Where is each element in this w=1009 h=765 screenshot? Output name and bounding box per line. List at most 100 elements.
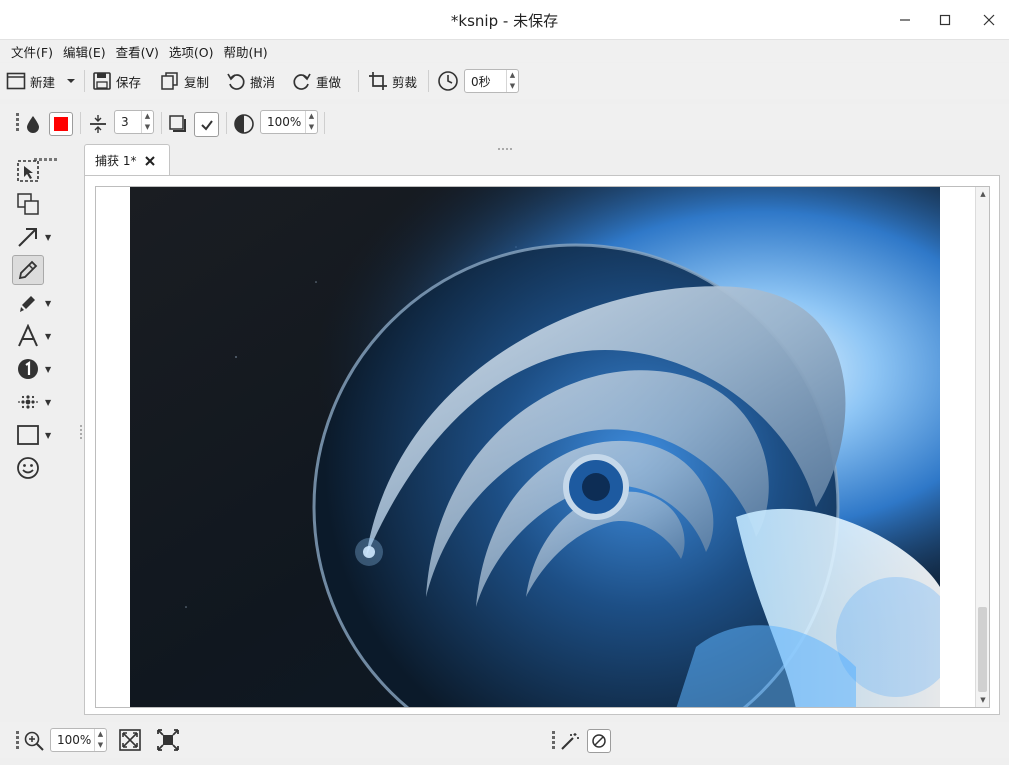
zoom-value: 100% <box>57 733 92 747</box>
delay-spinbox[interactable]: 0秒 ▲ ▼ <box>464 69 519 93</box>
delay-clock-icon-wrap <box>437 67 459 95</box>
menu-file[interactable]: 文件(F) <box>6 42 58 61</box>
copy-label: 复制 <box>184 74 210 90</box>
close-tab-icon[interactable] <box>144 155 156 167</box>
chevron-down-icon[interactable]: ▼ <box>45 332 51 341</box>
width-value: 3 <box>121 115 129 129</box>
spin-up-icon[interactable]: ▲ <box>142 111 153 122</box>
arrow-tool[interactable] <box>12 222 44 252</box>
crop-label: 剪裁 <box>392 74 418 90</box>
minimize-icon <box>900 19 910 21</box>
close-button[interactable] <box>977 8 1001 32</box>
vertical-scrollbar[interactable]: ▲ ▼ <box>975 187 989 707</box>
rectangle-tool[interactable] <box>12 420 44 450</box>
marker-icon <box>20 296 35 312</box>
sticker-tool[interactable] <box>12 453 44 483</box>
chevron-down-icon <box>67 79 75 83</box>
spin-down-icon[interactable]: ▼ <box>507 81 518 92</box>
color-swatch <box>54 117 68 131</box>
opacity-spinbox[interactable]: 100% ▲ ▼ <box>260 110 318 134</box>
blur-icon <box>18 395 38 409</box>
width-spinbox[interactable]: 3 ▲ ▼ <box>114 110 154 134</box>
select-tool[interactable] <box>12 156 44 186</box>
zoom-spinbox[interactable]: 100% ▲ ▼ <box>50 728 107 752</box>
arrow-icon <box>18 228 37 247</box>
fit-to-window-button[interactable] <box>118 726 142 754</box>
scroll-down-icon[interactable]: ▼ <box>976 693 989 707</box>
close-icon <box>983 14 995 26</box>
zoom-icon-wrap <box>24 727 44 755</box>
minimize-button[interactable] <box>893 8 917 32</box>
menu-view[interactable]: 查看(V) <box>111 42 164 61</box>
chevron-down-icon[interactable]: ▼ <box>45 398 51 407</box>
undo-label: 撤消 <box>250 74 276 90</box>
save-icon <box>93 72 111 90</box>
pen-tool[interactable] <box>12 255 44 285</box>
status-bar: 100% ▲ ▼ <box>0 722 1009 758</box>
zoom-in-icon <box>24 731 44 751</box>
maximize-button[interactable] <box>933 8 957 32</box>
redo-button[interactable]: 重做 <box>292 67 341 95</box>
menu-edit[interactable]: 编辑(E) <box>58 42 111 61</box>
drop-icon <box>27 116 39 133</box>
marker-tool[interactable] <box>12 288 44 318</box>
clear-effects-button[interactable] <box>587 729 611 753</box>
smiley-icon <box>17 457 39 479</box>
scrollbar-thumb[interactable] <box>978 607 987 692</box>
spin-up-icon[interactable]: ▲ <box>95 729 106 740</box>
copy-icon <box>161 72 178 90</box>
tab-capture-1[interactable]: 捕获 1* <box>84 144 170 176</box>
pen-icon <box>18 260 38 280</box>
clock-icon <box>438 71 458 91</box>
chevron-down-icon[interactable]: ▼ <box>45 431 51 440</box>
new-label: 新建 <box>30 74 56 90</box>
splitter-grip[interactable] <box>80 425 83 439</box>
spin-down-icon[interactable]: ▼ <box>142 122 153 133</box>
spin-down-icon[interactable]: ▼ <box>306 122 317 133</box>
spin-down-icon[interactable]: ▼ <box>95 740 106 751</box>
toolbar-separator <box>358 70 359 92</box>
tab-label: 捕获 1* <box>95 154 137 168</box>
duplicate-tool[interactable] <box>12 189 44 219</box>
toolbar-grip[interactable] <box>16 113 19 133</box>
toolbar-separator <box>428 70 429 92</box>
number-icon <box>18 359 38 379</box>
blur-tool[interactable] <box>12 387 44 417</box>
copy-button[interactable]: 复制 <box>160 67 209 95</box>
tool-bar: ▼ ▼ ▼ ▼ ▼ ▼ <box>0 148 62 488</box>
chevron-down-icon[interactable]: ▼ <box>45 233 51 242</box>
shadow-icon-wrap <box>168 110 188 138</box>
number-tool[interactable] <box>12 354 44 384</box>
statusbar-grip[interactable] <box>552 731 555 751</box>
annotation-canvas[interactable]: ▲ ▼ <box>95 186 990 708</box>
top-splitter-grip[interactable] <box>498 139 514 150</box>
shadow-icon <box>169 115 186 132</box>
color-picker-button[interactable] <box>49 112 73 136</box>
scroll-up-icon[interactable]: ▲ <box>976 187 989 201</box>
chevron-down-icon[interactable]: ▼ <box>45 299 51 308</box>
delay-value: 0秒 <box>471 74 491 89</box>
actual-size-button[interactable] <box>156 726 180 754</box>
undo-button[interactable]: 撤消 <box>226 67 275 95</box>
fullscreen-icon <box>157 729 179 751</box>
save-label: 保存 <box>116 74 142 90</box>
menu-help[interactable]: 帮助(H) <box>219 42 273 61</box>
opacity-value: 100% <box>267 115 302 129</box>
effects-button[interactable] <box>560 727 580 755</box>
text-tool[interactable] <box>12 321 44 351</box>
fit-window-icon <box>119 729 141 751</box>
save-button[interactable]: 保存 <box>92 67 141 95</box>
spin-up-icon[interactable]: ▲ <box>507 70 518 81</box>
menu-options[interactable]: 选项(O) <box>164 42 219 61</box>
toolbar-separator <box>324 112 325 134</box>
crop-button[interactable]: 剪裁 <box>368 67 417 95</box>
shadow-toggle-button[interactable] <box>194 112 219 137</box>
spin-up-icon[interactable]: ▲ <box>306 111 317 122</box>
new-dropdown-button[interactable] <box>66 67 76 95</box>
crop-icon <box>369 72 387 90</box>
new-button[interactable]: 新建 <box>6 67 55 95</box>
undo-icon <box>227 73 245 90</box>
statusbar-grip[interactable] <box>16 731 19 751</box>
magic-wand-icon <box>561 733 579 750</box>
chevron-down-icon[interactable]: ▼ <box>45 365 51 374</box>
